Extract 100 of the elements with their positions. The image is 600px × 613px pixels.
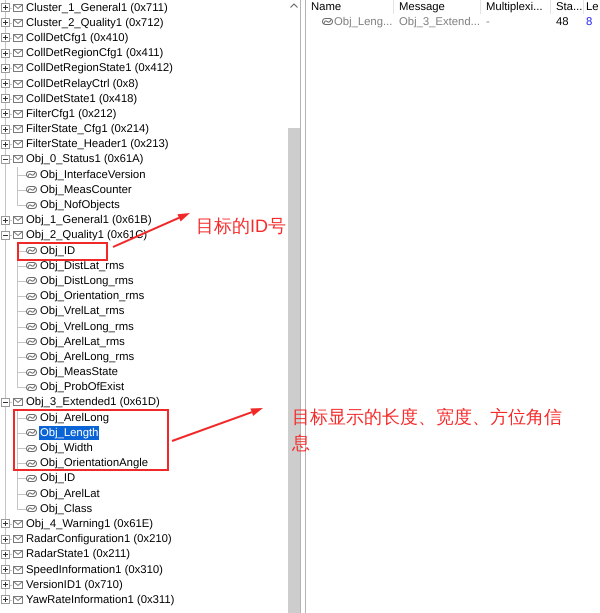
tree-item[interactable]: Obj_3_Extended1 (0x61D) <box>25 395 161 410</box>
envelope-icon <box>13 125 23 134</box>
wave-icon <box>26 261 37 270</box>
table-cell: - <box>486 14 490 28</box>
plus-box-icon[interactable] <box>1 78 10 88</box>
plus-box-icon[interactable] <box>1 216 10 225</box>
wave-icon <box>26 428 37 438</box>
column-header[interactable]: Name <box>306 0 394 14</box>
tree-item[interactable]: Obj_DistLong_rms <box>39 274 135 288</box>
wave-icon <box>26 292 37 301</box>
plus-box-icon[interactable] <box>1 18 10 28</box>
tree-item[interactable]: VersionID1 (0x710) <box>25 578 124 592</box>
plus-box-icon[interactable] <box>1 3 10 12</box>
tree-item[interactable]: RadarConfiguration1 (0x210) <box>25 532 173 546</box>
envelope-icon <box>13 34 23 42</box>
tree-item[interactable]: Obj_ArelLong <box>39 410 110 425</box>
envelope-icon <box>13 140 23 148</box>
plus-box-icon[interactable] <box>1 109 10 118</box>
envelope-icon <box>13 520 23 528</box>
tree-item[interactable]: Obj_DistLat_rms <box>39 258 126 273</box>
envelope-icon <box>13 80 23 88</box>
wave-icon <box>26 458 37 468</box>
tree-item[interactable]: Obj_0_Status1 (0x61A) <box>25 152 144 166</box>
tree-item[interactable]: Obj_VrelLong_rms <box>39 320 135 334</box>
tree-item[interactable]: Obj_ArelLong_rms <box>39 350 136 364</box>
plus-box-icon[interactable] <box>1 519 10 528</box>
tree-item[interactable]: RadarState1 (0x211) <box>25 547 132 562</box>
wave-icon <box>26 474 37 483</box>
minus-box-icon[interactable] <box>1 230 10 240</box>
tree-item[interactable]: CollDetRelayCtrl (0x8) <box>25 76 140 91</box>
column-header[interactable]: Message <box>394 0 481 14</box>
wave-icon <box>26 337 37 346</box>
tree-item[interactable]: Obj_InterfaceVersion <box>39 168 146 182</box>
tree-item[interactable]: Cluster_2_Quality1 (0x712) <box>25 16 165 30</box>
envelope-icon <box>13 49 23 58</box>
wave-icon <box>26 489 37 498</box>
column-header[interactable]: Le <box>584 0 600 14</box>
wave-icon <box>26 246 37 256</box>
tree-item[interactable]: YawRateInformation1 (0x311) <box>25 592 176 607</box>
wave-icon <box>26 382 37 392</box>
plus-box-icon[interactable] <box>1 33 10 42</box>
envelope-icon <box>13 94 23 103</box>
plus-box-icon[interactable] <box>1 48 10 58</box>
plus-box-icon[interactable] <box>1 140 10 149</box>
tree-item[interactable]: Obj_ArelLat_rms <box>39 334 126 349</box>
wave-icon <box>26 170 37 180</box>
plus-box-icon[interactable] <box>1 580 10 590</box>
wave-icon <box>26 306 37 316</box>
envelope-icon <box>13 550 23 558</box>
tree-item[interactable]: CollDetState1 (0x418) <box>25 92 138 106</box>
plus-box-icon[interactable] <box>1 595 10 604</box>
plus-box-icon[interactable] <box>1 534 10 544</box>
tree-item[interactable]: FilterState_Cfg1 (0x214) <box>25 122 150 136</box>
tree-item[interactable]: Obj_ArelLat <box>39 486 101 501</box>
plus-box-icon[interactable] <box>1 550 10 559</box>
envelope-icon <box>13 398 23 406</box>
plus-box-icon[interactable] <box>1 64 10 73</box>
envelope-icon <box>13 155 23 164</box>
plus-box-icon[interactable] <box>1 564 10 574</box>
tree-item[interactable]: Obj_Class <box>39 502 94 516</box>
envelope-icon <box>13 64 23 72</box>
envelope-icon <box>13 580 23 589</box>
plus-box-icon[interactable] <box>1 124 10 134</box>
envelope-icon <box>13 535 23 544</box>
envelope-icon <box>13 18 23 27</box>
tree-item[interactable]: Obj_ID <box>39 471 76 486</box>
tree-item[interactable]: Cluster_1_General1 (0x711) <box>25 0 169 15</box>
tree-item[interactable]: Obj_OrientationAngle <box>39 456 150 470</box>
wave-icon <box>26 504 37 514</box>
tree-item[interactable]: SpeedInformation1 (0x310) <box>25 562 164 577</box>
minus-box-icon[interactable] <box>1 154 10 164</box>
tree-item[interactable]: Obj_VrelLat_rms <box>39 304 126 318</box>
tree-item[interactable]: Obj_ID <box>39 244 76 258</box>
tree-item[interactable]: Obj_MeasCounter <box>39 182 133 197</box>
annotation-text: 目标的ID号 <box>196 215 286 238</box>
tree-item[interactable]: Obj_Width <box>39 441 94 456</box>
wave-icon <box>26 413 37 422</box>
wave-icon <box>26 276 37 286</box>
tree-item[interactable]: Obj_4_Warning1 (0x61E) <box>25 516 154 531</box>
tree-item[interactable]: CollDetRegionCfg1 (0x411) <box>25 46 164 60</box>
tree-item[interactable]: CollDetCfg1 (0x410) <box>25 30 130 45</box>
table-cell: 8 <box>586 14 592 28</box>
tree-item[interactable]: Obj_Orientation_rms <box>39 289 146 304</box>
column-header[interactable]: Multiplexi... <box>481 0 551 14</box>
column-header[interactable]: Sta... <box>551 0 584 14</box>
envelope-icon <box>13 110 23 118</box>
tree-item[interactable]: Obj_1_General1 (0x61B) <box>25 213 153 228</box>
tree-item[interactable]: Obj_ProbOfExist <box>39 380 126 394</box>
minus-box-icon[interactable] <box>1 398 10 407</box>
table-cell: Obj_Leng... <box>334 14 392 28</box>
tree-item[interactable]: Obj_MeasState <box>39 365 119 380</box>
tree-item[interactable]: CollDetRegionState1 (0x412) <box>25 61 174 76</box>
tree-item[interactable]: FilterState_Header1 (0x213) <box>25 137 170 152</box>
envelope-icon <box>13 4 23 12</box>
tree-item[interactable]: Obj_NofObjects <box>39 198 121 212</box>
wave-icon <box>26 200 37 210</box>
tree-item[interactable]: Obj_Length <box>39 426 100 440</box>
envelope-icon <box>13 231 23 240</box>
tree-item[interactable]: FilterCfg1 (0x212) <box>25 106 118 121</box>
plus-box-icon[interactable] <box>1 94 10 104</box>
